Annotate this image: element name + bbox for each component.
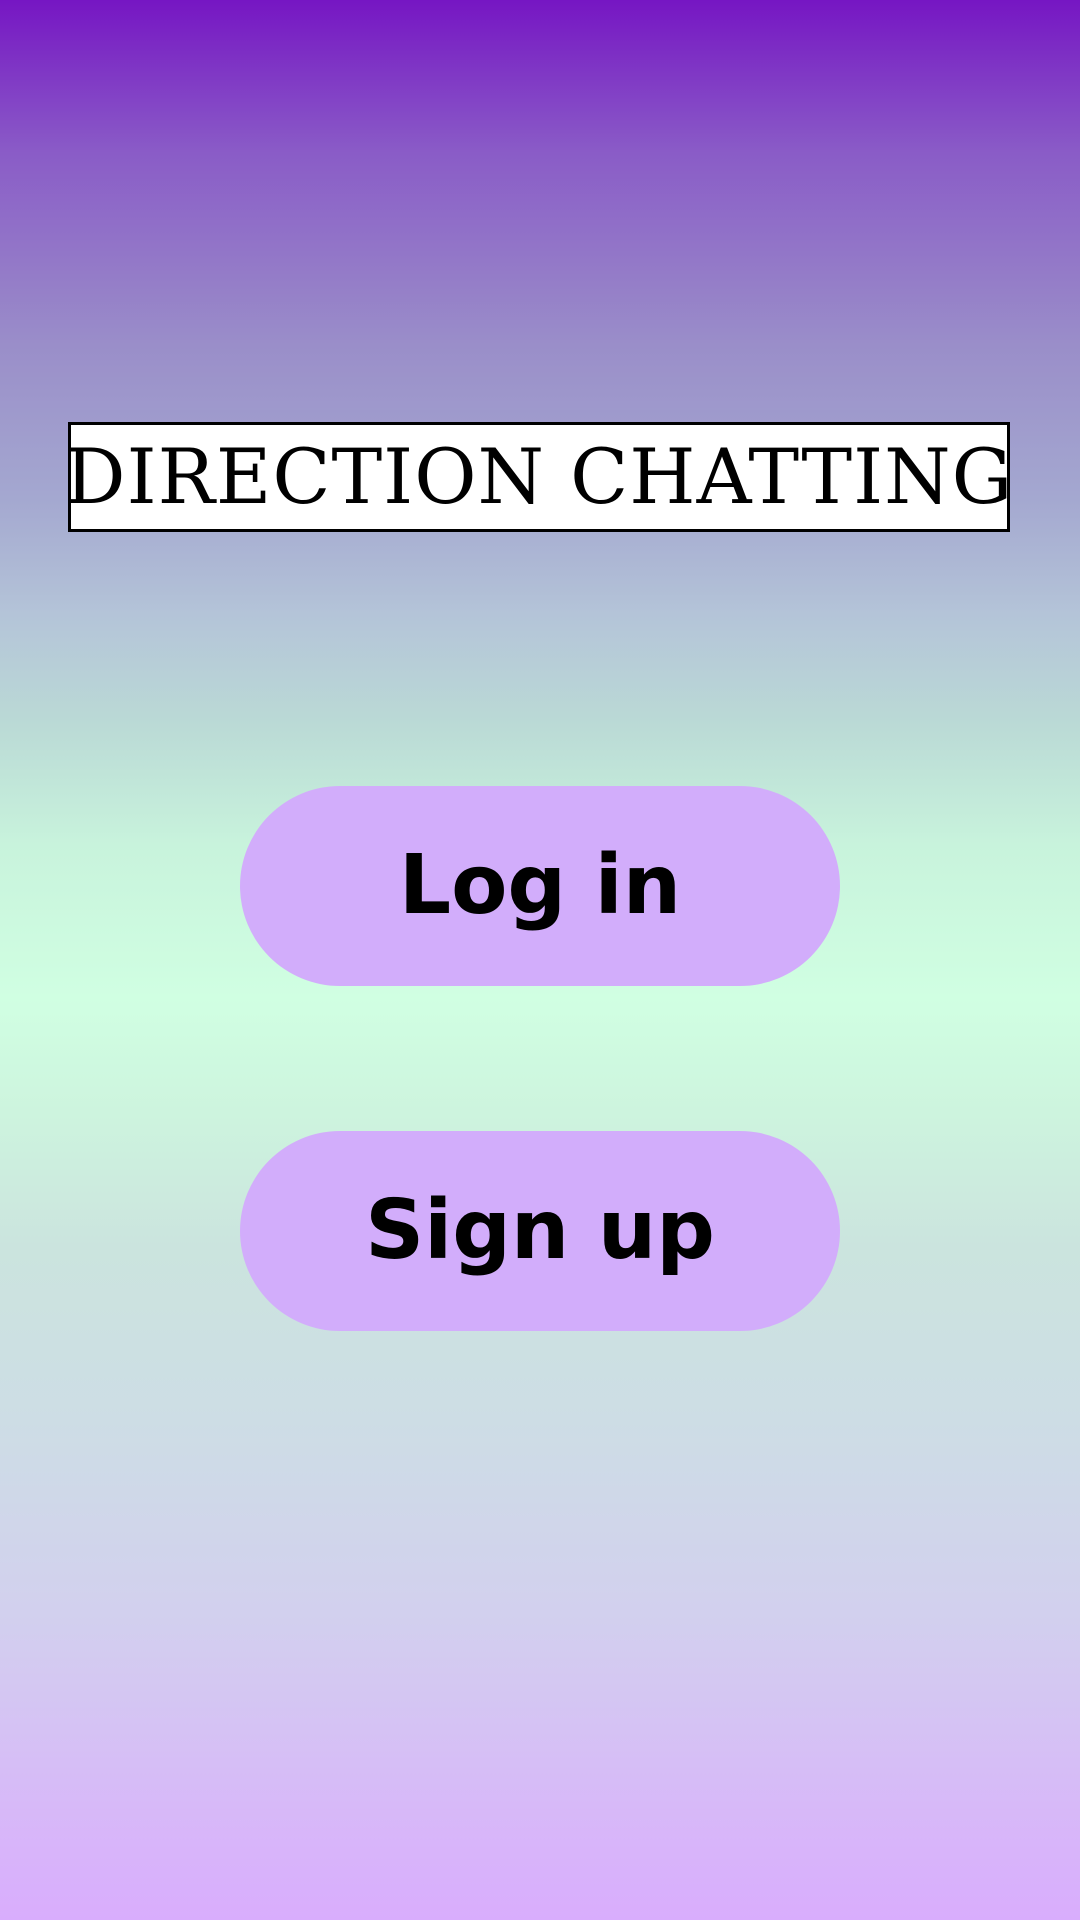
login-button[interactable]: Log in — [240, 786, 840, 986]
app-title: DIRECTION CHATTING — [64, 432, 1014, 521]
signup-button[interactable]: Sign up — [240, 1131, 840, 1331]
login-button-label: Log in — [398, 838, 682, 933]
signup-button-label: Sign up — [365, 1183, 715, 1278]
app-title-box: DIRECTION CHATTING — [65, 422, 1012, 532]
